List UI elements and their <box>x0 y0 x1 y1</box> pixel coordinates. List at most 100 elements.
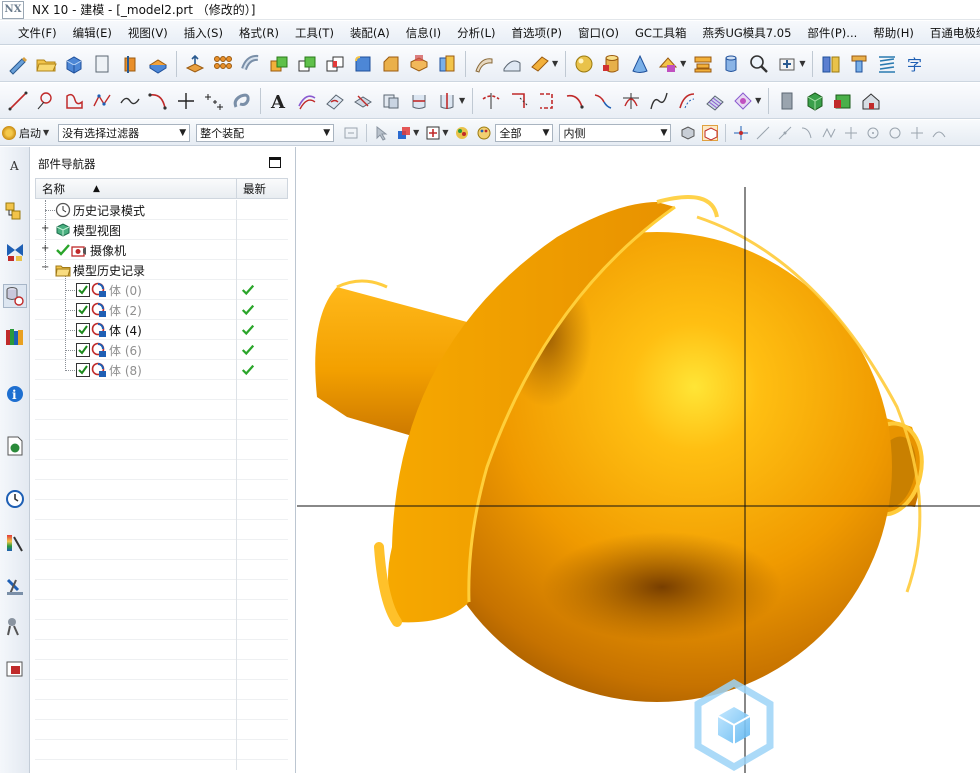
layer-settings-icon[interactable] <box>818 51 844 77</box>
arc-icon[interactable] <box>33 88 59 114</box>
shape-tools-icon[interactable] <box>655 51 681 77</box>
trim-curve-icon[interactable] <box>478 88 504 114</box>
join-curve-icon[interactable] <box>590 88 616 114</box>
text-curve-icon[interactable]: 字 <box>902 51 928 77</box>
spline-icon[interactable] <box>117 88 143 114</box>
helix-icon[interactable] <box>229 88 255 114</box>
menu-edit[interactable]: 编辑(E) <box>65 25 120 41</box>
cylinder-icon[interactable] <box>599 51 625 77</box>
surface-analysis-icon[interactable] <box>730 88 756 114</box>
system-materials-icon[interactable] <box>3 657 27 681</box>
sphere-icon[interactable] <box>571 51 597 77</box>
cone-icon[interactable] <box>627 51 653 77</box>
stack-icon[interactable] <box>690 51 716 77</box>
block-icon[interactable] <box>61 51 87 77</box>
maximize-icon[interactable] <box>269 157 281 168</box>
intersection-curve-icon[interactable] <box>378 88 404 114</box>
column-name-header[interactable]: 名称 ▲ <box>36 179 237 198</box>
snap-existing-icon[interactable] <box>909 125 925 141</box>
menu-yanxiu-mold[interactable]: 燕秀UG模具7.05 <box>694 25 799 41</box>
tree-row-body-6[interactable]: 体 (6) <box>35 340 288 360</box>
plane-icon[interactable] <box>89 51 115 77</box>
point-icon[interactable] <box>173 88 199 114</box>
web-browser-icon[interactable] <box>3 434 27 458</box>
offset-3d-curve-icon[interactable] <box>674 88 700 114</box>
menu-file[interactable]: 文件(F) <box>10 25 65 41</box>
text-icon[interactable]: A <box>266 88 292 114</box>
collapse-icon[interactable]: − <box>41 262 49 273</box>
type-filter-dropdown[interactable]: 没有选择过滤器 ▼ <box>58 123 191 142</box>
snap-on-curve-icon[interactable] <box>931 125 947 141</box>
project-curve-icon[interactable] <box>322 88 348 114</box>
expand-icon[interactable]: + <box>41 223 49 234</box>
inside-outside-dropdown[interactable]: 内侧 ▼ <box>559 123 672 142</box>
offset-curve-icon[interactable] <box>294 88 320 114</box>
checkbox-checked-icon[interactable] <box>75 302 91 318</box>
tree-row-body-0[interactable]: 体 (0) <box>35 280 288 300</box>
menu-assembly[interactable]: 装配(A) <box>342 25 398 41</box>
mesh-surface-icon[interactable] <box>702 88 728 114</box>
layer-scope-dropdown[interactable]: 全部 ▼ <box>495 123 554 142</box>
curve-length-icon[interactable] <box>562 88 588 114</box>
tree-row-history-mode[interactable]: 历史记录模式 <box>35 200 288 220</box>
trim-body-icon[interactable] <box>434 51 460 77</box>
menu-window[interactable]: 窗口(O) <box>570 25 627 41</box>
select-feature-icon[interactable] <box>425 125 441 141</box>
house-icon[interactable] <box>858 88 884 114</box>
menu-preferences[interactable]: 首选项(P) <box>504 25 570 41</box>
draft-icon[interactable] <box>406 51 432 77</box>
menu-gc-toolkit[interactable]: GC工具箱 <box>627 25 694 41</box>
tree-row-body-2[interactable]: 体 (2) <box>35 300 288 320</box>
open-folder-icon[interactable] <box>33 51 59 77</box>
shell-icon[interactable] <box>145 51 171 77</box>
tube-icon[interactable] <box>238 51 264 77</box>
menu-baitong-electrode[interactable]: 百通电极编程(X) <box>922 25 980 41</box>
menu-tools[interactable]: 工具(T) <box>287 25 342 41</box>
bridge-curve-icon[interactable] <box>618 88 644 114</box>
bolt-icon[interactable] <box>846 51 872 77</box>
polyline-icon[interactable] <box>89 88 115 114</box>
part-navigator-icon[interactable] <box>3 284 27 308</box>
section-curve-icon[interactable] <box>406 88 432 114</box>
menu-help[interactable]: 帮助(H) <box>865 25 922 41</box>
line-icon[interactable] <box>5 88 31 114</box>
extract-curve-icon[interactable] <box>434 88 460 114</box>
expand-icon[interactable]: + <box>41 243 49 254</box>
process-studio-icon[interactable] <box>3 575 27 599</box>
shade-gray-icon[interactable] <box>774 88 800 114</box>
select-arrow-icon[interactable] <box>374 125 390 141</box>
manufacturing-wizard-icon[interactable] <box>3 614 27 638</box>
palette-icon[interactable] <box>476 125 492 141</box>
bounded-plane-icon[interactable] <box>527 51 553 77</box>
checkbox-checked-icon[interactable] <box>75 362 91 378</box>
menu-information[interactable]: 信息(I) <box>398 25 449 41</box>
tree-row-body-8[interactable]: 体 (8) <box>35 360 288 380</box>
extrude-icon[interactable] <box>117 51 143 77</box>
selection-scope-dropdown[interactable]: 整个装配 ▼ <box>196 123 335 142</box>
zoom-icon[interactable] <box>746 51 772 77</box>
column-latest-header[interactable]: 最新 <box>237 181 266 197</box>
tree-row-cameras[interactable]: + 摄像机 <box>35 240 288 260</box>
snap-control-icon[interactable] <box>799 125 815 141</box>
menu-analysis[interactable]: 分析(L) <box>449 25 503 41</box>
history-icon[interactable] <box>3 487 27 511</box>
snap-endpoint-icon[interactable] <box>755 125 771 141</box>
intersect-icon[interactable] <box>322 51 348 77</box>
sketch-tool-icon[interactable] <box>5 51 31 77</box>
through-curves-icon[interactable] <box>499 51 525 77</box>
hd3d-tools-icon[interactable]: i <box>3 382 27 406</box>
snap-arc-center-icon[interactable] <box>843 125 859 141</box>
view-cube-icon[interactable] <box>694 678 774 772</box>
divide-curve-icon[interactable] <box>534 88 560 114</box>
tree-row-model-history[interactable]: − 模型历史记录 <box>35 260 288 280</box>
spring-icon[interactable] <box>874 51 900 77</box>
menu-view[interactable]: 视图(V) <box>120 25 176 41</box>
pattern-icon[interactable] <box>210 51 236 77</box>
visualization-icon[interactable] <box>3 531 27 555</box>
constraint-navigator-icon[interactable] <box>3 240 27 264</box>
profile-icon[interactable] <box>61 88 87 114</box>
unite-icon[interactable] <box>266 51 292 77</box>
model-view[interactable] <box>297 147 980 773</box>
checkbox-checked-icon[interactable] <box>75 282 91 298</box>
green-block-icon[interactable] <box>802 88 828 114</box>
